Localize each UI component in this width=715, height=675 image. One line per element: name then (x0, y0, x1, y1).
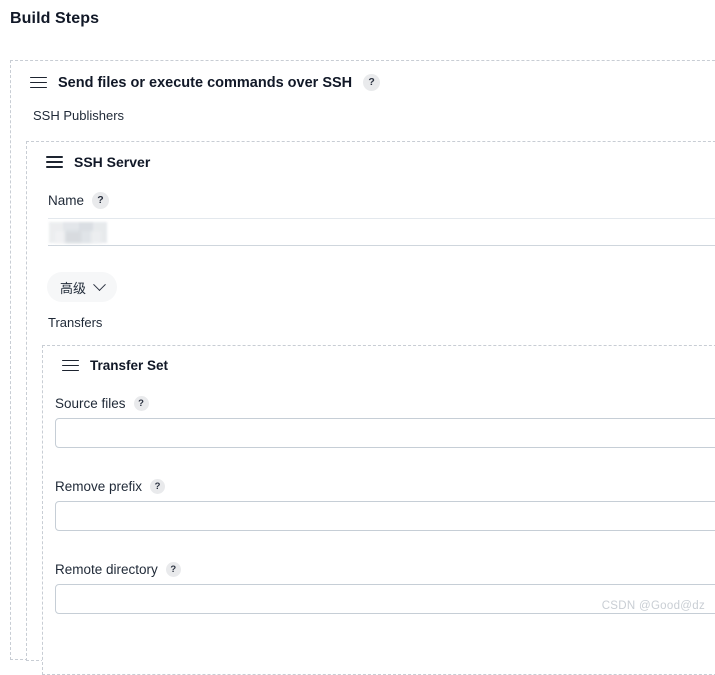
ssh-server-header: SSH Server (46, 154, 150, 170)
build-step-title: Send files or execute commands over SSH (58, 74, 353, 91)
name-label-row: Name ? (48, 192, 110, 209)
page-title: Build Steps (10, 10, 100, 27)
redacted-name-value (49, 222, 107, 243)
help-icon[interactable]: ? (133, 396, 149, 411)
remote-directory-label-row: Remote directory ? (55, 562, 181, 577)
remove-prefix-label: Remove prefix (55, 479, 143, 494)
source-files-input[interactable] (55, 418, 715, 448)
build-step-panel: Send files or execute commands over SSH … (10, 60, 715, 675)
remove-prefix-label-row: Remove prefix ? (55, 479, 166, 494)
transfer-set-title: Transfer Set (90, 358, 169, 373)
source-files-label-row: Source files ? (55, 396, 149, 411)
drag-handle-icon[interactable] (30, 76, 47, 89)
chevron-down-icon (93, 277, 106, 291)
name-label: Name (48, 193, 85, 208)
advanced-button-label: 高级 (60, 280, 87, 296)
drag-handle-icon[interactable] (46, 156, 63, 168)
ssh-server-title: SSH Server (74, 154, 151, 170)
transfer-set-header: Transfer Set (62, 358, 168, 373)
ssh-publishers-caption: SSH Publishers (33, 108, 125, 123)
ssh-server-panel: SSH Server Name ? 高级 Transfers Transfer … (26, 141, 715, 675)
remove-prefix-input[interactable] (55, 501, 715, 531)
help-icon[interactable]: ? (165, 562, 181, 577)
source-files-label: Source files (55, 396, 126, 411)
advanced-button[interactable]: 高级 (47, 272, 118, 302)
transfer-set-panel: Transfer Set Source files ? Remove prefi… (42, 345, 715, 675)
remote-directory-label: Remote directory (55, 562, 158, 577)
help-icon[interactable]: ? (150, 479, 166, 494)
transfers-caption: Transfers (48, 315, 103, 330)
build-step-header: Send files or execute commands over SSH … (30, 74, 381, 91)
watermark: CSDN @Good@dz (601, 600, 705, 612)
help-icon[interactable]: ? (363, 74, 381, 91)
name-select[interactable] (48, 218, 715, 246)
help-icon[interactable]: ? (92, 192, 110, 209)
drag-handle-icon[interactable] (62, 359, 79, 372)
